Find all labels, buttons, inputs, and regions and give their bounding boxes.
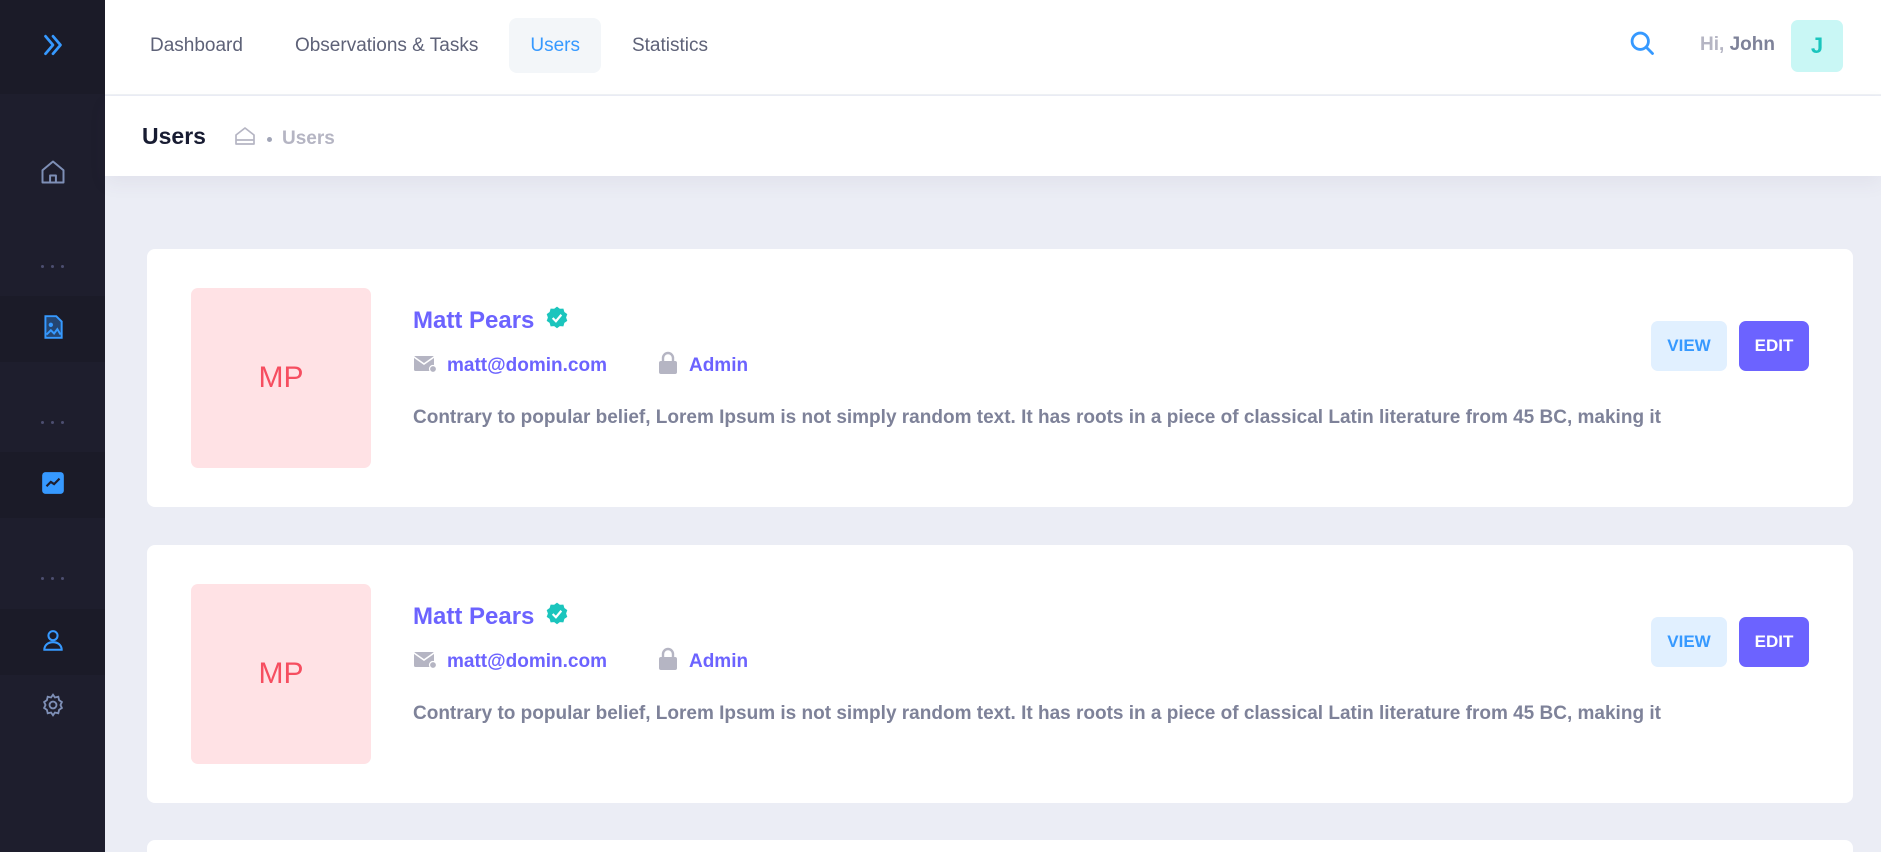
view-button[interactable]: VIEW [1651,321,1727,371]
user-meta: matt@domin.com Admin [413,647,798,677]
user-name: John [1729,34,1775,55]
sidebar [0,0,105,852]
edit-button[interactable]: EDIT [1739,617,1809,667]
user-greeting[interactable]: Hi, John [1700,34,1775,56]
mail-icon [413,649,438,675]
user-email-text: matt@domin.com [447,651,607,672]
mail-icon [413,353,438,379]
user-card: MP Matt Pears matt@domin.com Admin Contr… [147,249,1853,507]
breadcrumb-current[interactable]: Users [282,128,335,150]
user-role: Admin [657,351,748,381]
user-name-row: Matt Pears [413,305,570,336]
lock-icon [657,647,679,677]
sidebar-item-statistics[interactable] [0,452,105,518]
gear-icon [40,692,66,723]
search-button[interactable] [1625,28,1659,62]
verified-badge-icon [544,601,570,632]
chart-icon [40,470,66,501]
nav-dashboard[interactable]: Dashboard [129,18,264,73]
subheader: Users Users [105,96,1881,176]
page-title: Users [142,123,206,149]
user-email[interactable]: matt@domin.com [413,649,607,675]
sidebar-toggle[interactable] [0,0,105,94]
user-description: Contrary to popular belief, Lorem Ipsum … [413,703,1661,724]
edit-button[interactable]: EDIT [1739,321,1809,371]
nav-observations-tasks[interactable]: Observations & Tasks [274,18,499,73]
home-icon [39,158,67,191]
user-avatar[interactable]: J [1791,20,1843,72]
user-card-name[interactable]: Matt Pears [413,603,534,631]
expand-arrows-icon [38,30,68,65]
user-initials-avatar: MP [191,584,371,764]
nav-statistics[interactable]: Statistics [611,18,729,73]
sidebar-separator [0,568,105,588]
user-icon [40,627,66,658]
user-card: MP Matt Pears matt@domin.com Admin Contr… [147,545,1853,803]
breadcrumb-separator [267,136,272,142]
user-role-text: Admin [688,355,749,376]
sidebar-item-home[interactable] [0,141,105,207]
file-image-icon [40,314,66,345]
greeting-text: Hi, [1700,34,1725,55]
user-meta: matt@domin.com Admin [413,351,798,381]
breadcrumb: Users [233,124,335,154]
user-description: Contrary to popular belief, Lorem Ipsum … [413,407,1661,428]
top-header: Dashboard Observations & Tasks Users Sta… [105,0,1881,95]
sidebar-item-users[interactable] [0,609,105,675]
user-email-text: matt@domin.com [447,355,607,376]
search-icon [1628,29,1656,62]
lock-icon [657,351,679,381]
view-button[interactable]: VIEW [1651,617,1727,667]
nav-users[interactable]: Users [509,18,601,73]
user-card-name[interactable]: Matt Pears [413,307,534,335]
user-role-text: Admin [688,651,749,672]
user-role: Admin [657,647,748,677]
user-card [147,840,1853,852]
verified-badge-icon [544,305,570,336]
user-email[interactable]: matt@domin.com [413,353,607,379]
sidebar-separator [0,256,105,276]
user-name-row: Matt Pears [413,601,570,632]
sidebar-separator [0,412,105,432]
sidebar-item-settings[interactable] [0,674,105,740]
main-nav: Dashboard Observations & Tasks Users Sta… [129,18,739,73]
sidebar-item-files[interactable] [0,296,105,362]
breadcrumb-home-icon[interactable] [233,124,257,154]
user-initials-avatar: MP [191,288,371,468]
